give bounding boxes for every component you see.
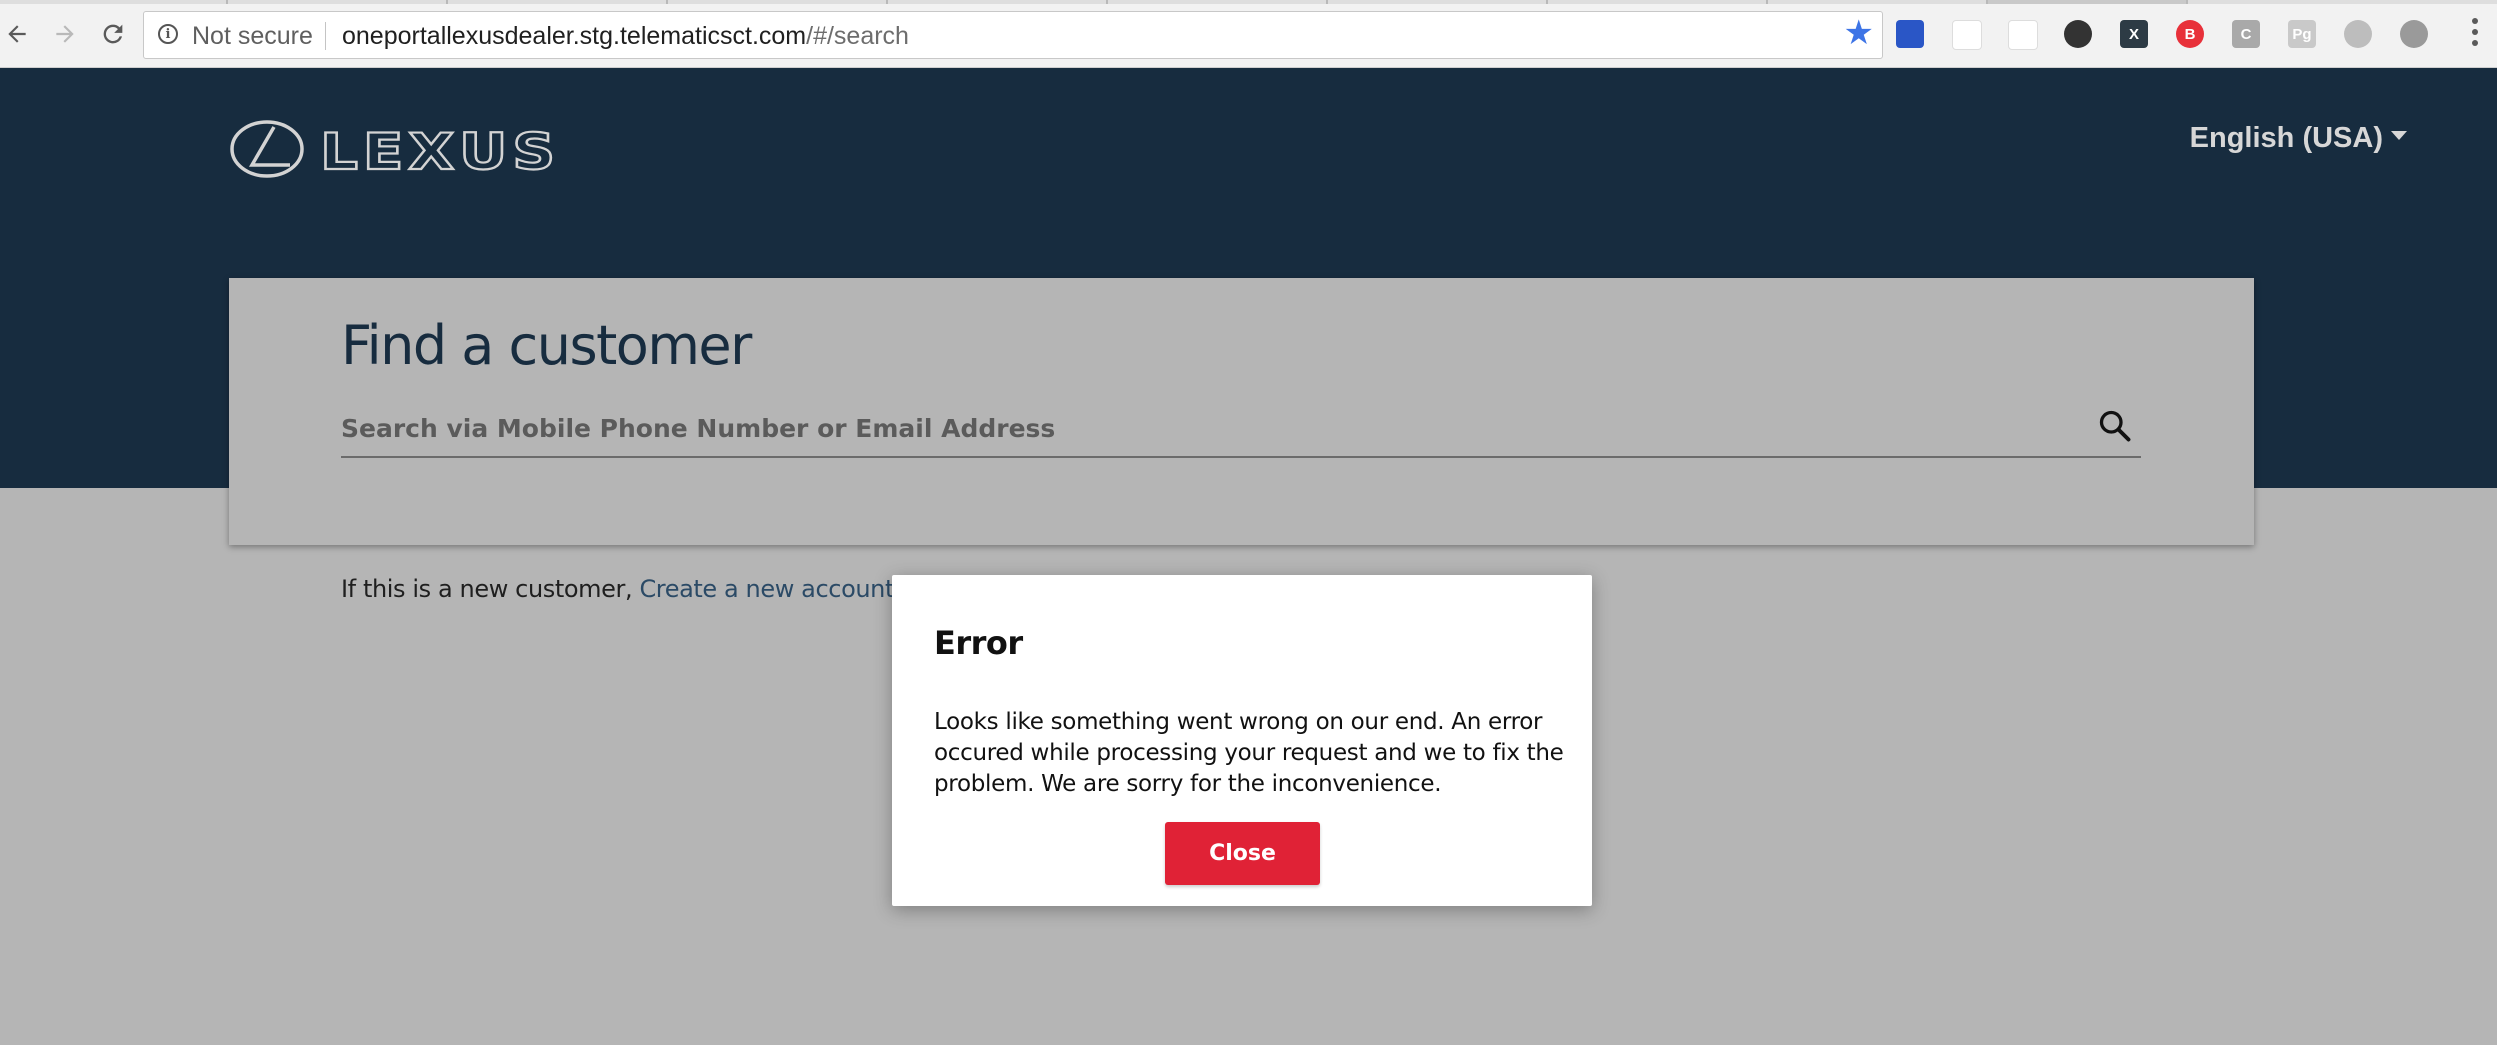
- reload-icon: [103, 24, 123, 44]
- extension-1-icon[interactable]: [1896, 20, 1924, 48]
- language-selector[interactable]: English (USA): [2190, 122, 2407, 155]
- bookmark-star-icon[interactable]: ★: [1844, 16, 1874, 50]
- back-arrow-icon: [8, 25, 26, 43]
- language-label: English (USA): [2189, 122, 2383, 154]
- back-button[interactable]: [0, 17, 34, 51]
- search-card: Find a customer: [229, 278, 2254, 545]
- address-bar[interactable]: i Not secure oneportallexusdealer.stg.te…: [143, 11, 1883, 59]
- page-content: LEXUS English (USA) Find a customer If t…: [0, 68, 2497, 1045]
- svg-text:LEXUS: LEXUS: [320, 123, 560, 180]
- tab-strip: [0, 0, 2497, 4]
- forward-arrow-icon: [56, 25, 74, 43]
- extension-pg-icon[interactable]: Pg: [2288, 20, 2316, 48]
- extension-c-icon[interactable]: C: [2232, 20, 2260, 48]
- info-icon[interactable]: i: [158, 24, 178, 44]
- close-button[interactable]: Close: [1165, 822, 1320, 885]
- lexus-logo[interactable]: LEXUS: [230, 118, 562, 180]
- caret-down-icon: [2391, 130, 2407, 140]
- extension-b-icon[interactable]: B: [2176, 20, 2204, 48]
- extension-4-icon[interactable]: [2064, 20, 2092, 48]
- omnibox-divider: [325, 22, 326, 50]
- reload-button[interactable]: [96, 17, 130, 51]
- search-icon[interactable]: [2097, 408, 2133, 444]
- forward-button[interactable]: [48, 17, 82, 51]
- browser-menu-icon[interactable]: [2470, 18, 2480, 50]
- create-account-link[interactable]: Create a new account: [639, 575, 894, 603]
- new-customer-text: If this is a new customer,: [341, 575, 640, 603]
- extension-2-icon[interactable]: [1952, 20, 1982, 50]
- search-field: [341, 400, 2141, 458]
- extension-circle-2-icon[interactable]: [2400, 20, 2428, 48]
- dialog-message: Looks like something went wrong on our e…: [934, 709, 1564, 797]
- dialog-title: Error: [934, 624, 1023, 662]
- extension-circle-1-icon[interactable]: [2344, 20, 2372, 48]
- page-title: Find a customer: [341, 314, 752, 377]
- browser-toolbar: i Not secure oneportallexusdealer.stg.te…: [0, 0, 2497, 68]
- extension-x-icon[interactable]: X: [2120, 20, 2148, 48]
- new-customer-prompt: If this is a new customer, Create a new …: [341, 575, 894, 603]
- security-label[interactable]: Not secure: [192, 22, 313, 51]
- url-text[interactable]: oneportallexusdealer.stg.telematicsct.co…: [342, 22, 909, 51]
- search-input[interactable]: [341, 408, 2021, 448]
- extension-3-icon[interactable]: [2008, 20, 2038, 50]
- error-dialog: Error Looks like something went wrong on…: [892, 575, 1592, 906]
